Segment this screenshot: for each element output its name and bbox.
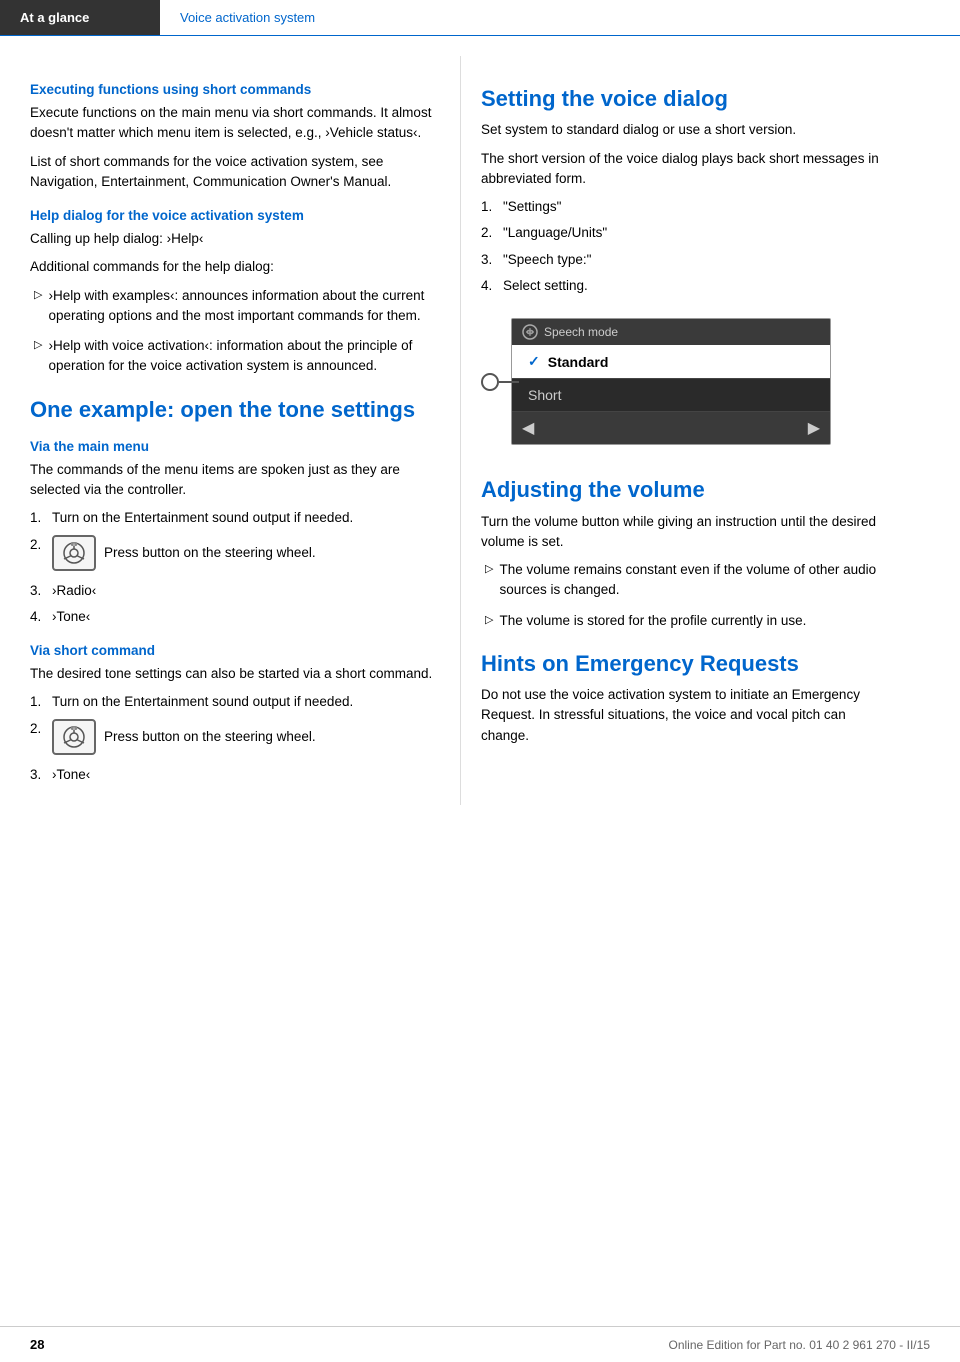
speech-mode-screen: Speech mode ✓ Standard Short ◀ ▶ — [511, 318, 831, 445]
sub1-heading: Via the main menu — [30, 439, 435, 454]
page-number: 28 — [30, 1337, 44, 1352]
right-section1-heading: Setting the voice dialog — [481, 86, 890, 112]
screen-body: ✓ Standard Short — [512, 345, 830, 412]
sub1-para: The commands of the menu items are spoke… — [30, 460, 435, 501]
steering-wheel-icon: (( — [52, 535, 96, 571]
section2-para1: Calling up help dialog: ›Help‹ — [30, 229, 435, 249]
bullet-item-1: ▷ ›Help with examples‹: announces inform… — [30, 286, 435, 327]
step-item: 3. "Speech type:" — [481, 250, 890, 270]
section1-para2: List of short commands for the voice act… — [30, 152, 435, 193]
volume-bullet-text-2: The volume is stored for the profile cur… — [499, 611, 806, 631]
screen-option-standard-label: Standard — [548, 354, 609, 370]
sub2-steps: 1. Turn on the Entertainment sound outpu… — [30, 692, 435, 785]
screen-nav: ◀ ▶ — [512, 412, 830, 444]
section1-para1: Execute functions on the main menu via s… — [30, 103, 435, 144]
right-section2-heading: Adjusting the volume — [481, 477, 890, 503]
step-item: 2. (( Press button on the ste — [30, 719, 435, 759]
checkmark-icon: ✓ — [528, 353, 540, 370]
step-item: 4. ›Tone‹ — [30, 607, 435, 627]
screen-title: Speech mode — [544, 325, 618, 339]
bullet-text-2: ›Help with voice activation‹: informatio… — [48, 336, 435, 377]
header-right-label: Voice activation system — [180, 10, 315, 25]
step-item: 2. (( Press button on the ste — [30, 535, 435, 575]
main-content: Executing functions using short commands… — [0, 36, 960, 845]
bullet-arrow-icon-3: ▷ — [485, 562, 493, 601]
right-section3-heading: Hints on Emergency Requests — [481, 651, 890, 677]
svg-text:((: (( — [73, 726, 75, 730]
bullet-arrow-icon-4: ▷ — [485, 613, 493, 631]
right-column: Setting the voice dialog Set system to s… — [460, 56, 920, 805]
footer-text: Online Edition for Part no. 01 40 2 961 … — [668, 1338, 930, 1352]
right-section1-steps: 1. "Settings" 2. "Language/Units" 3. "Sp… — [481, 197, 890, 296]
step-item: 1. "Settings" — [481, 197, 890, 217]
header-tab-left[interactable]: At a glance — [0, 0, 160, 35]
step2b-text: Press button on the steering wheel. — [104, 727, 316, 747]
nav-right-icon[interactable]: ▶ — [808, 418, 820, 438]
nav-left-icon[interactable]: ◀ — [522, 418, 534, 438]
volume-bullet-2: ▷ The volume is stored for the profile c… — [481, 611, 890, 631]
knob-indicator — [481, 373, 519, 391]
svg-text:((: (( — [73, 542, 75, 546]
left-column: Executing functions using short commands… — [0, 56, 460, 805]
page-footer: 28 Online Edition for Part no. 01 40 2 9… — [0, 1326, 960, 1362]
screen-title-bar: Speech mode — [512, 319, 830, 345]
step-item: 3. ›Tone‹ — [30, 765, 435, 785]
bullet-arrow-icon-2: ▷ — [34, 338, 42, 377]
sub2-para: The desired tone settings can also be st… — [30, 664, 435, 684]
screen-option-standard[interactable]: ✓ Standard — [512, 345, 830, 379]
bullet-text-1: ›Help with examples‹: announces informat… — [48, 286, 435, 327]
step2-text: Press button on the steering wheel. — [104, 543, 316, 563]
sub2-heading: Via short command — [30, 643, 435, 658]
page-header: At a glance Voice activation system — [0, 0, 960, 36]
section2-para2: Additional commands for the help dialog: — [30, 257, 435, 277]
volume-bullet-text-1: The volume remains constant even if the … — [499, 560, 890, 601]
screen-option-short[interactable]: Short — [512, 379, 830, 412]
bullet-item-2: ▷ ›Help with voice activation‹: informat… — [30, 336, 435, 377]
step-item: 2. "Language/Units" — [481, 223, 890, 243]
right-section2-para: Turn the volume button while giving an i… — [481, 512, 890, 553]
right-section1-para1: Set system to standard dialog or use a s… — [481, 120, 890, 140]
bullet-arrow-icon: ▷ — [34, 288, 42, 327]
volume-bullet-1: ▷ The volume remains constant even if th… — [481, 560, 890, 601]
section1-heading: Executing functions using short commands — [30, 82, 435, 97]
step-item: 3. ›Radio‹ — [30, 581, 435, 601]
step-item: 1. Turn on the Entertainment sound outpu… — [30, 508, 435, 528]
step-item: 4. Select setting. — [481, 276, 890, 296]
header-left-label: At a glance — [20, 10, 89, 25]
section2-heading: Help dialog for the voice activation sys… — [30, 208, 435, 223]
right-section1-para2: The short version of the voice dialog pl… — [481, 149, 890, 190]
right-section3-para: Do not use the voice activation system t… — [481, 685, 890, 746]
section3-heading: One example: open the tone settings — [30, 397, 435, 423]
screen-option-short-label: Short — [528, 387, 561, 403]
steering-wheel-icon-2: (( — [52, 719, 96, 755]
sub1-steps: 1. Turn on the Entertainment sound outpu… — [30, 508, 435, 627]
header-tab-right[interactable]: Voice activation system — [160, 0, 960, 35]
step-item: 1. Turn on the Entertainment sound outpu… — [30, 692, 435, 712]
